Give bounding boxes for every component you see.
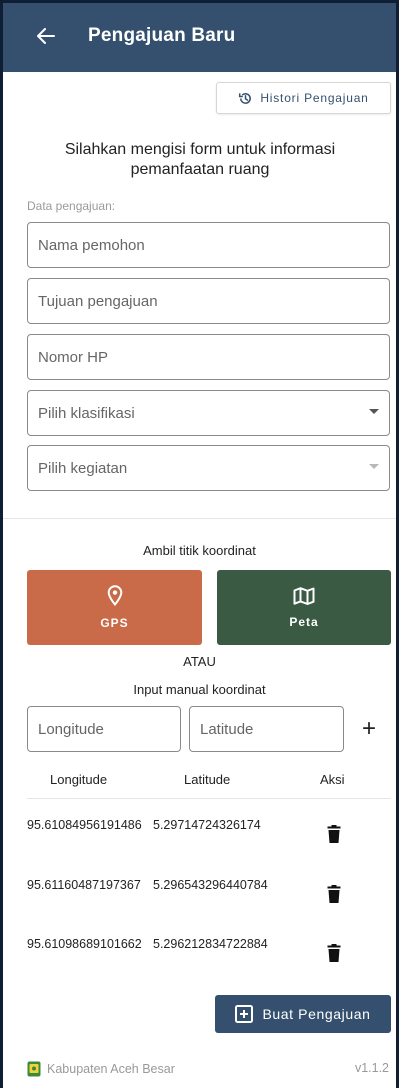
table-header-aksi: Aksi <box>320 772 345 787</box>
nama-pemohon-placeholder: Nama pemohon <box>38 236 145 254</box>
row-longitude: 95.61084956191486 <box>27 818 142 832</box>
buat-pengajuan-label: Buat Pengajuan <box>262 1006 371 1022</box>
row-longitude: 95.61160487197367 <box>27 878 141 892</box>
klasifikasi-placeholder: Pilih klasifikasi <box>38 404 135 422</box>
nomor-hp-input[interactable]: Nomor HP <box>27 334 390 380</box>
ambil-koordinat-label: Ambil titik koordinat <box>143 543 256 558</box>
section-label: Data pengajuan: <box>27 199 116 213</box>
nama-pemohon-input[interactable]: Nama pemohon <box>27 222 390 268</box>
trash-icon[interactable] <box>327 825 341 843</box>
peta-label: Peta <box>289 614 319 629</box>
back-arrow-icon[interactable] <box>34 24 58 48</box>
klasifikasi-select[interactable]: Pilih klasifikasi <box>27 390 390 436</box>
tujuan-pengajuan-placeholder: Tujuan pengajuan <box>38 292 158 310</box>
atau-label: ATAU <box>183 654 216 669</box>
row-latitude: 5.29714724326174 <box>153 818 261 832</box>
row-latitude: 5.296212834722884 <box>153 937 268 951</box>
history-icon <box>239 92 252 104</box>
trash-icon[interactable] <box>327 885 341 903</box>
longitude-input[interactable]: Longitude <box>27 706 181 752</box>
dropdown-arrow-icon <box>369 409 379 414</box>
gps-button[interactable]: GPS <box>27 570 202 645</box>
app-version: v1.1.2 <box>354 1061 389 1075</box>
histori-pengajuan-label: Histori Pengajuan <box>260 91 369 105</box>
table-header-longitude: Longitude <box>50 772 108 787</box>
table-row: 95.61098689101662 5.296212834722884 <box>0 937 399 997</box>
peta-button[interactable]: Peta <box>217 570 391 645</box>
table-row: 95.61160487197367 5.296543296440784 <box>0 878 399 938</box>
table-header-latitude: Latitude <box>184 772 231 787</box>
table-header-divider <box>27 798 391 799</box>
nomor-hp-placeholder: Nomor HP <box>38 348 109 366</box>
trash-icon[interactable] <box>327 944 341 962</box>
dropdown-arrow-icon <box>369 464 379 469</box>
latitude-input[interactable]: Latitude <box>189 706 344 752</box>
footer: Kabupaten Aceh Besar <box>27 1061 175 1077</box>
latitude-placeholder: Latitude <box>200 720 254 738</box>
kegiatan-select[interactable]: Pilih kegiatan <box>27 445 390 491</box>
intro-text: Silahkan mengisi form untuk informasi pe… <box>64 141 336 178</box>
add-coordinate-button[interactable]: + <box>357 714 381 744</box>
page-title: Pengajuan Baru <box>88 25 236 46</box>
kabupaten-logo-icon <box>27 1061 41 1077</box>
input-manual-label: Input manual koordinat <box>133 682 266 697</box>
divider <box>3 518 396 519</box>
app-bar: Pengajuan Baru <box>0 0 399 72</box>
location-pin-icon <box>107 585 122 606</box>
footer-org: Kabupaten Aceh Besar <box>47 1062 175 1076</box>
kegiatan-placeholder: Pilih kegiatan <box>38 459 128 477</box>
histori-pengajuan-button[interactable]: Histori Pengajuan <box>216 82 391 114</box>
longitude-placeholder: Longitude <box>38 720 104 738</box>
tujuan-pengajuan-input[interactable]: Tujuan pengajuan <box>27 278 390 324</box>
add-box-icon <box>235 1005 254 1023</box>
row-latitude: 5.296543296440784 <box>153 878 268 892</box>
map-icon <box>293 586 315 605</box>
table-row: 95.61084956191486 5.29714724326174 <box>0 818 399 878</box>
row-longitude: 95.61098689101662 <box>27 937 142 951</box>
buat-pengajuan-button[interactable]: Buat Pengajuan <box>215 995 391 1033</box>
gps-label: GPS <box>100 616 129 630</box>
